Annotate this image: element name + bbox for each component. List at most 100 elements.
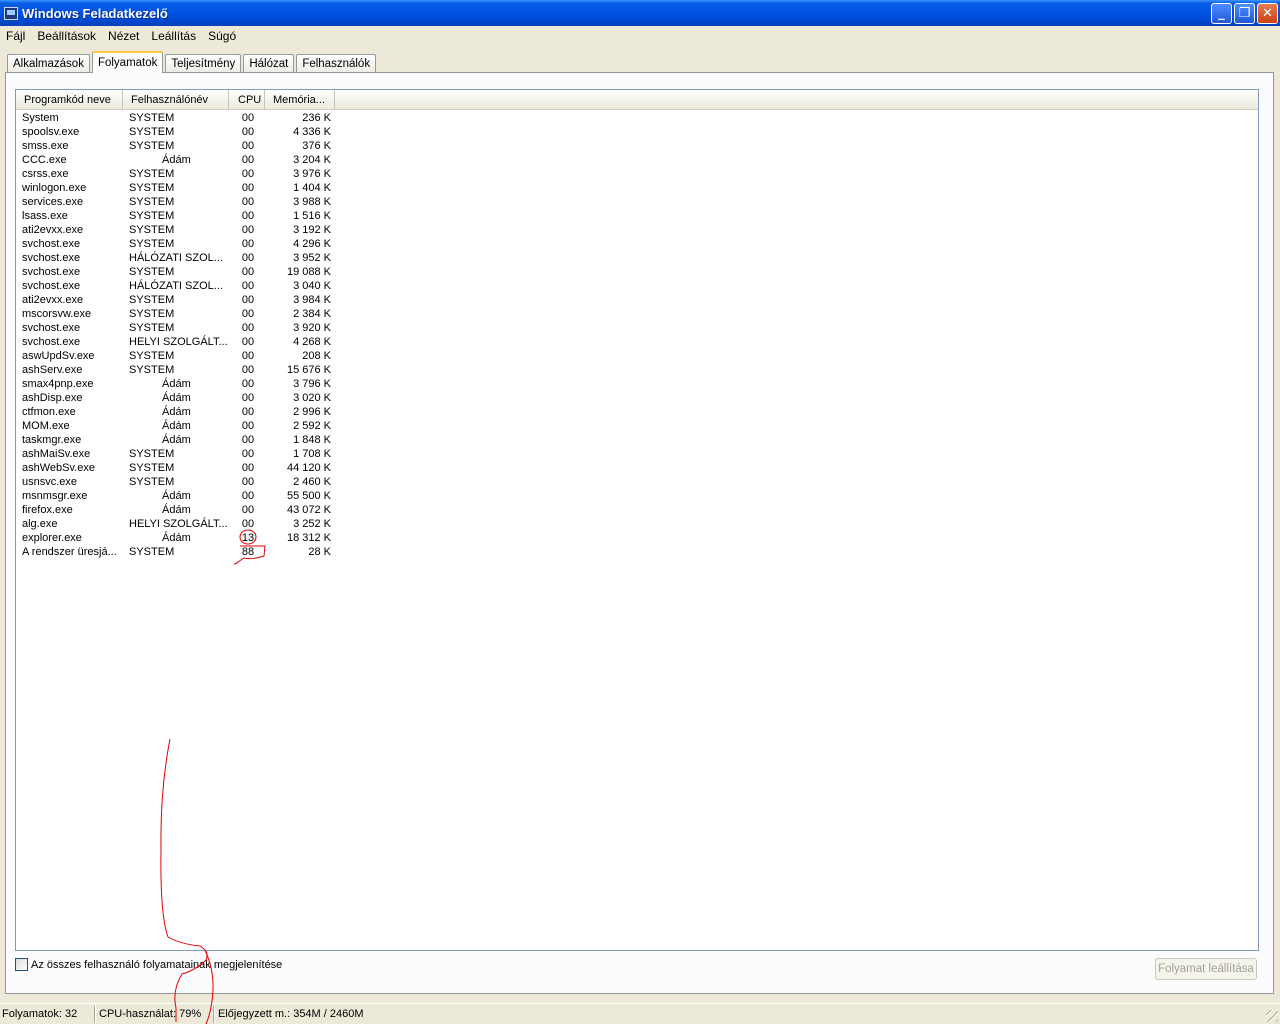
- process-name: lsass.exe: [22, 210, 68, 222]
- table-row[interactable]: usnsvc.exe SYSTEM 00 2 460 K: [16, 475, 1258, 489]
- menu-options[interactable]: Beállítások: [31, 29, 102, 43]
- process-cpu: 00: [241, 224, 255, 236]
- table-row[interactable]: svchost.exe SYSTEM 00 19 088 K: [16, 265, 1258, 279]
- table-row[interactable]: svchost.exe HÁLÓZATI SZOL... 00 3 952 K: [16, 251, 1258, 265]
- show-all-users-label[interactable]: Az összes felhasználó folyamatainak megj…: [31, 959, 282, 971]
- process-name: ati2evxx.exe: [22, 294, 84, 306]
- process-list[interactable]: Programkód neve Felhasználónév CPU Memór…: [15, 89, 1259, 951]
- table-row[interactable]: explorer.exe Ádám 13 18 312 K: [16, 531, 1258, 545]
- table-row[interactable]: mscorsvw.exe SYSTEM 00 2 384 K: [16, 307, 1258, 321]
- process-user: SYSTEM: [129, 476, 175, 488]
- show-all-users-checkbox[interactable]: [15, 958, 28, 971]
- table-row[interactable]: svchost.exe HÁLÓZATI SZOL... 00 3 040 K: [16, 279, 1258, 293]
- table-row[interactable]: aswUpdSv.exe SYSTEM 00 208 K: [16, 349, 1258, 363]
- process-memory: 3 984 K: [293, 294, 331, 306]
- process-memory: 2 460 K: [293, 476, 331, 488]
- table-row[interactable]: winlogon.exe SYSTEM 00 1 404 K: [16, 181, 1258, 195]
- table-row[interactable]: CCC.exe Ádám 00 3 204 K: [16, 153, 1258, 167]
- process-name: aswUpdSv.exe: [22, 350, 95, 362]
- table-row[interactable]: csrss.exe SYSTEM 00 3 976 K: [16, 167, 1258, 181]
- process-user: SYSTEM: [129, 448, 175, 460]
- menu-view[interactable]: Nézet: [102, 29, 145, 43]
- tab-performance[interactable]: Teljesítmény: [165, 54, 242, 73]
- process-name: services.exe: [22, 196, 84, 208]
- process-user: Ádám: [162, 532, 191, 544]
- table-row[interactable]: smax4pnp.exe Ádám 00 3 796 K: [16, 377, 1258, 391]
- tab-processes[interactable]: Folyamatok: [91, 51, 164, 73]
- process-user: SYSTEM: [129, 462, 175, 474]
- table-row[interactable]: msnmsgr.exe Ádám 00 55 500 K: [16, 489, 1258, 503]
- table-row[interactable]: lsass.exe SYSTEM 00 1 516 K: [16, 209, 1258, 223]
- process-name: svchost.exe: [22, 280, 81, 292]
- tab-strip: Alkalmazások Folyamatok Teljesítmény Hál…: [7, 51, 378, 73]
- process-user: SYSTEM: [129, 546, 175, 558]
- process-user: Ádám: [162, 154, 191, 166]
- task-manager-icon[interactable]: [4, 6, 18, 20]
- process-memory: 55 500 K: [286, 490, 331, 502]
- end-process-button[interactable]: Folyamat leállítása: [1155, 958, 1257, 980]
- table-row[interactable]: smss.exe SYSTEM 00 376 K: [16, 139, 1258, 153]
- table-row[interactable]: svchost.exe HELYI SZOLGÁLT... 00 4 268 K: [16, 335, 1258, 349]
- process-user: Ádám: [162, 490, 191, 502]
- table-row[interactable]: spoolsv.exe SYSTEM 00 4 336 K: [16, 125, 1258, 139]
- restore-button[interactable]: ❐: [1234, 3, 1255, 24]
- minimize-button[interactable]: _: [1211, 3, 1232, 24]
- menu-help[interactable]: Súgó: [202, 29, 242, 43]
- process-user: SYSTEM: [129, 210, 175, 222]
- process-memory: 43 072 K: [286, 504, 331, 516]
- table-row[interactable]: MOM.exe Ádám 00 2 592 K: [16, 419, 1258, 433]
- table-row[interactable]: ctfmon.exe Ádám 00 2 996 K: [16, 405, 1258, 419]
- menu-shutdown[interactable]: Leállítás: [145, 29, 202, 43]
- title-bar[interactable]: Windows Feladatkezelő _ ❐ ✕: [0, 0, 1280, 26]
- process-name: svchost.exe: [22, 238, 81, 250]
- table-row[interactable]: System SYSTEM 00 236 K: [16, 111, 1258, 125]
- process-cpu: 13: [241, 532, 255, 544]
- close-button[interactable]: ✕: [1257, 3, 1278, 24]
- process-user: SYSTEM: [129, 196, 175, 208]
- table-row[interactable]: ati2evxx.exe SYSTEM 00 3 192 K: [16, 223, 1258, 237]
- table-row[interactable]: alg.exe HELYI SZOLGÁLT... 00 3 252 K: [16, 517, 1258, 531]
- column-header-user-name[interactable]: Felhasználónév: [123, 90, 229, 110]
- process-cpu: 00: [241, 238, 255, 250]
- process-memory: 236 K: [302, 112, 331, 124]
- resize-grip[interactable]: [1266, 1010, 1278, 1022]
- table-row[interactable]: svchost.exe SYSTEM 00 4 296 K: [16, 237, 1258, 251]
- process-cpu: 00: [241, 308, 255, 320]
- tab-applications[interactable]: Alkalmazások: [7, 54, 90, 73]
- process-name: spoolsv.exe: [22, 126, 80, 138]
- process-user: Ádám: [162, 504, 191, 516]
- process-memory: 2 592 K: [293, 420, 331, 432]
- table-row[interactable]: ashDisp.exe Ádám 00 3 020 K: [16, 391, 1258, 405]
- column-header-image-name[interactable]: Programkód neve: [16, 90, 123, 110]
- process-memory: 4 336 K: [293, 126, 331, 138]
- tab-networking[interactable]: Hálózat: [243, 54, 295, 73]
- column-header-memory[interactable]: Memória...: [265, 90, 335, 110]
- show-all-users-option[interactable]: Az összes felhasználó folyamatainak megj…: [15, 958, 282, 971]
- table-row[interactable]: services.exe SYSTEM 00 3 988 K: [16, 195, 1258, 209]
- process-memory: 18 312 K: [286, 532, 331, 544]
- process-memory: 3 020 K: [293, 392, 331, 404]
- process-name: smss.exe: [22, 140, 69, 152]
- table-row[interactable]: taskmgr.exe Ádám 00 1 848 K: [16, 433, 1258, 447]
- process-memory: 3 192 K: [293, 224, 331, 236]
- table-row[interactable]: ashMaiSv.exe SYSTEM 00 1 708 K: [16, 447, 1258, 461]
- column-header-cpu[interactable]: CPU: [229, 90, 265, 110]
- process-cpu: 00: [241, 294, 255, 306]
- process-name: usnsvc.exe: [22, 476, 78, 488]
- table-row[interactable]: ashServ.exe SYSTEM 00 15 676 K: [16, 363, 1258, 377]
- table-row[interactable]: A rendszer üresjá... SYSTEM 88 28 K: [16, 545, 1258, 559]
- table-row[interactable]: ashWebSv.exe SYSTEM 00 44 120 K: [16, 461, 1258, 475]
- table-row[interactable]: ati2evxx.exe SYSTEM 00 3 984 K: [16, 293, 1258, 307]
- table-row[interactable]: svchost.exe SYSTEM 00 3 920 K: [16, 321, 1258, 335]
- process-memory: 4 268 K: [293, 336, 331, 348]
- process-user: Ádám: [162, 406, 191, 418]
- process-memory: 3 976 K: [293, 168, 331, 180]
- process-user: SYSTEM: [129, 238, 175, 250]
- process-name: smax4pnp.exe: [22, 378, 94, 390]
- menu-file[interactable]: Fájl: [0, 29, 31, 43]
- process-user: SYSTEM: [129, 294, 175, 306]
- table-row[interactable]: firefox.exe Ádám 00 43 072 K: [16, 503, 1258, 517]
- tab-users[interactable]: Felhasználók: [296, 54, 377, 73]
- process-user: HÁLÓZATI SZOL...: [129, 252, 223, 264]
- process-name: ashServ.exe: [22, 364, 83, 376]
